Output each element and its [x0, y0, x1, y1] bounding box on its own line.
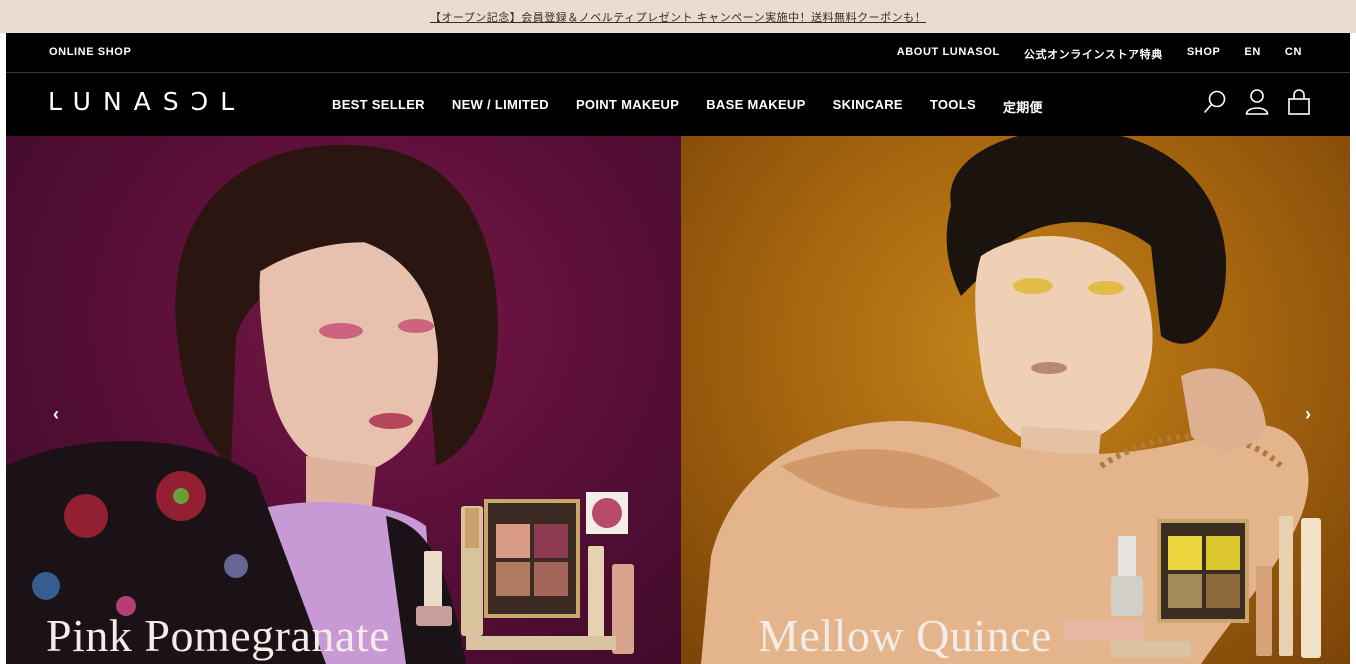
- hero-carousel: Pink Pomegranate Mellow Quince ‹ ›: [6, 136, 1350, 664]
- lang-cn-link[interactable]: CN: [1285, 46, 1302, 62]
- account-icon[interactable]: [1244, 87, 1270, 117]
- benefits-link[interactable]: 公式オンラインストア特典: [1024, 46, 1163, 62]
- header-icons: [1202, 87, 1312, 117]
- online-shop-link[interactable]: ONLINE SHOP: [49, 46, 131, 58]
- model-image-right: [701, 136, 1321, 664]
- nav-new-limited[interactable]: NEW / LIMITED: [452, 97, 549, 116]
- main-nav: BEST SELLER NEW / LIMITED POINT MAKEUP B…: [332, 97, 1070, 116]
- hero-slide-pink-pomegranate[interactable]: Pink Pomegranate: [6, 136, 681, 664]
- main-nav-bar: LUNASƆL BEST SELLER NEW / LIMITED POINT …: [6, 73, 1350, 136]
- nav-tools[interactable]: TOOLS: [930, 97, 976, 116]
- nav-point-makeup[interactable]: POINT MAKEUP: [576, 97, 679, 116]
- promo-bar: 【オープン記念】会員登録＆ノベルティプレゼント キャンペーン実施中！送料無料クー…: [0, 0, 1356, 33]
- model-image-left: [6, 144, 634, 664]
- promo-link[interactable]: 【オープン記念】会員登録＆ノベルティプレゼント キャンペーン実施中！送料無料クー…: [430, 9, 926, 25]
- page: 【オープン記念】会員登録＆ノベルティプレゼント キャンペーン実施中！送料無料クー…: [0, 0, 1356, 664]
- utility-bar: ONLINE SHOP ABOUT LUNASOL 公式オンラインストア特典 S…: [6, 33, 1350, 72]
- nav-best-seller[interactable]: BEST SELLER: [332, 97, 425, 116]
- slide-title: Mellow Quince: [758, 610, 1052, 661]
- nav-subscription[interactable]: 定期便: [1003, 97, 1043, 116]
- nav-base-makeup[interactable]: BASE MAKEUP: [706, 97, 805, 116]
- carousel-next-button[interactable]: ›: [1298, 402, 1318, 426]
- site-header: ONLINE SHOP ABOUT LUNASOL 公式オンラインストア特典 S…: [6, 33, 1350, 136]
- search-icon[interactable]: [1202, 87, 1228, 117]
- utility-links: ABOUT LUNASOL 公式オンラインストア特典 SHOP EN CN: [873, 46, 1302, 62]
- hero-slide-mellow-quince[interactable]: Mellow Quince: [681, 136, 1350, 664]
- lang-en-link[interactable]: EN: [1244, 46, 1260, 62]
- about-link[interactable]: ABOUT LUNASOL: [897, 46, 1000, 62]
- shop-link[interactable]: SHOP: [1187, 46, 1221, 62]
- carousel-prev-button[interactable]: ‹: [46, 402, 66, 426]
- cart-icon[interactable]: [1286, 87, 1312, 117]
- brand-logo[interactable]: LUNASƆL: [48, 87, 246, 116]
- slide-title: Pink Pomegranate: [46, 610, 390, 661]
- nav-skincare[interactable]: SKINCARE: [833, 97, 903, 116]
